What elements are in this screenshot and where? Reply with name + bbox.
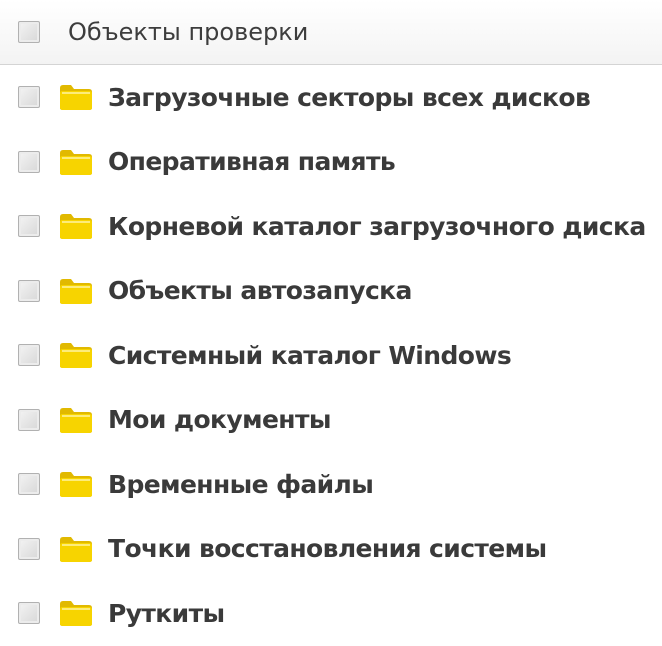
folder-icon: [60, 214, 92, 240]
folder-icon: [60, 407, 92, 433]
item-checkbox[interactable]: [18, 215, 40, 238]
list-item-boot-root[interactable]: Корневой каталог загрузочного диска: [0, 194, 662, 259]
list-item-restore-points[interactable]: Точки восстановления системы: [0, 517, 662, 582]
item-label: Мои документы: [108, 405, 331, 435]
item-checkbox[interactable]: [18, 150, 40, 173]
list-item-my-documents[interactable]: Мои документы: [0, 388, 662, 453]
item-label: Объекты автозапуска: [108, 276, 412, 306]
item-label: Точки восстановления системы: [108, 534, 547, 564]
item-label: Временные файлы: [108, 469, 374, 499]
select-all-checkbox[interactable]: [18, 21, 40, 43]
item-checkbox[interactable]: [18, 344, 40, 367]
item-checkbox[interactable]: [18, 473, 40, 496]
item-label: Системный каталог Windows: [108, 340, 512, 370]
folder-icon: [60, 343, 92, 369]
scan-objects-list: Загрузочные секторы всех дисков Оператив…: [0, 65, 662, 646]
folder-icon: [60, 85, 92, 111]
folder-icon: [60, 149, 92, 175]
item-checkbox[interactable]: [18, 86, 40, 109]
item-label: Загрузочные секторы всех дисков: [108, 82, 591, 112]
column-header: Объекты проверки: [0, 0, 662, 65]
list-item-memory[interactable]: Оперативная память: [0, 130, 662, 195]
list-item-rootkits[interactable]: Руткиты: [0, 581, 662, 646]
list-item-autorun[interactable]: Объекты автозапуска: [0, 259, 662, 324]
scan-objects-panel: Объекты проверки Загрузочные секторы все…: [0, 0, 662, 628]
folder-icon: [60, 601, 92, 627]
item-label: Корневой каталог загрузочного диска: [108, 211, 646, 241]
column-header-label: Объекты проверки: [68, 18, 309, 46]
item-checkbox[interactable]: [18, 602, 40, 625]
folder-icon: [60, 278, 92, 304]
folder-icon: [60, 536, 92, 562]
item-label: Оперативная память: [108, 147, 396, 177]
list-item-temp-files[interactable]: Временные файлы: [0, 452, 662, 517]
item-checkbox[interactable]: [18, 279, 40, 302]
folder-icon: [60, 472, 92, 498]
list-item-windows-dir[interactable]: Системный каталог Windows: [0, 323, 662, 388]
list-item-boot-sectors[interactable]: Загрузочные секторы всех дисков: [0, 65, 662, 130]
item-checkbox[interactable]: [18, 537, 40, 560]
item-checkbox[interactable]: [18, 408, 40, 431]
item-label: Руткиты: [108, 598, 225, 628]
